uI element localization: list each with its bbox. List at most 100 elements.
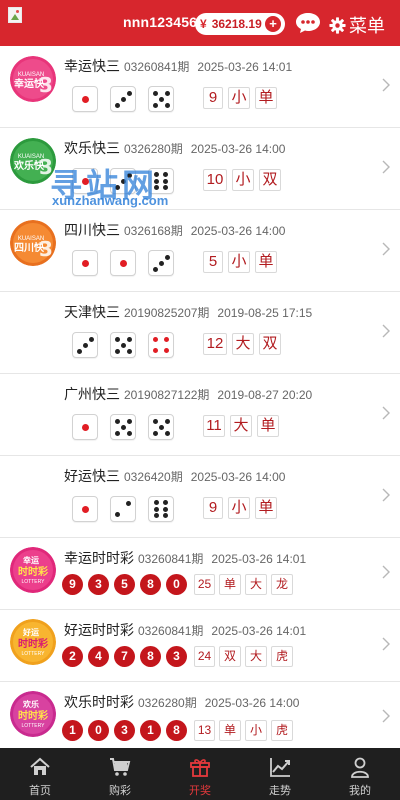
nav-home[interactable]: 首页: [0, 748, 80, 800]
die-pip: [163, 178, 169, 184]
game-title-line: 幸运快三 03260841期 2025-03-26 14:01: [64, 56, 292, 76]
nav-buy-label: 购彩: [109, 785, 131, 797]
game-time: 2025-03-26 14:01: [197, 60, 293, 74]
die-pip: [114, 418, 120, 424]
game-issue: 20190825207期: [124, 306, 210, 320]
die-face: [110, 332, 136, 358]
die-pip: [81, 423, 89, 431]
game-name: 幸运快三: [64, 58, 120, 74]
parity-box: 单: [255, 497, 277, 519]
result-ball: 1: [140, 720, 161, 741]
list-item-k3[interactable]: KUAISAN 幸运快 3 幸运快三 03260841期 2025-03-26 14…: [0, 46, 400, 128]
add-funds-icon[interactable]: +: [265, 16, 281, 32]
parity-box: 双: [259, 169, 281, 191]
list-item-ssc[interactable]: 好运 时时彩 LOTTERY 好运时时彩 03260841期 2025-03-26 …: [0, 610, 400, 682]
size-box: 小: [232, 169, 254, 191]
result-ball: 8: [166, 720, 187, 741]
chevron-right-icon: [382, 565, 390, 579]
size-box: 小: [228, 87, 250, 109]
die-face: [72, 414, 98, 440]
die-pip: [153, 337, 159, 343]
die-pip: [115, 511, 121, 517]
menu-label: 菜单: [349, 16, 385, 36]
die-face: [148, 86, 174, 112]
die-pip: [81, 259, 89, 267]
sum-box: 11: [203, 415, 225, 437]
die-face: [110, 86, 136, 112]
game-issue: 0326168期: [124, 224, 183, 238]
list-item-ssc[interactable]: 幸运 时时彩 LOTTERY 幸运时时彩 03260841期 2025-03-26 …: [0, 538, 400, 610]
die-pip: [153, 506, 159, 512]
chevron-right-icon: [382, 637, 390, 651]
result-ball: 3: [166, 646, 187, 667]
die-pip: [163, 506, 169, 512]
game-time: 2025-03-26 14:00: [190, 142, 286, 156]
result-ball: 5: [114, 574, 135, 595]
nav-buy[interactable]: 购彩: [80, 748, 160, 800]
die-pip: [120, 424, 126, 430]
nav-mine[interactable]: 我的: [320, 748, 400, 800]
die-pip: [152, 90, 158, 96]
result-ball: 1: [62, 720, 83, 741]
result-ball: 8: [140, 646, 161, 667]
die-pip: [158, 424, 164, 430]
yen-icon: ¥: [200, 17, 207, 31]
svg-text:幸运: 幸运: [23, 555, 39, 565]
game-time: 2025-03-26 14:01: [211, 624, 307, 638]
die-pip: [152, 266, 158, 272]
balance-pill[interactable]: ¥ 36218.19 +: [195, 13, 285, 35]
die-pip: [114, 336, 120, 342]
user-icon: [351, 757, 369, 778]
die-pip: [153, 499, 159, 505]
parity-box: 单: [255, 87, 277, 109]
nav-home-label: 首页: [29, 785, 51, 797]
parity-tag: 单: [219, 720, 241, 741]
balance-value: 36218.19: [211, 17, 262, 31]
sum-box: 10: [203, 169, 227, 191]
game-title-line: 幸运时时彩 03260841期 2025-03-26 14:01: [64, 548, 306, 568]
top-bar: nnn123456 ¥ 36218.19 + 菜单: [0, 0, 400, 46]
chevron-right-icon: [382, 324, 390, 338]
game-name: 四川快三: [64, 222, 120, 238]
die-pip: [114, 348, 120, 354]
nav-draw-label: 开奖: [189, 785, 211, 797]
list-item-ssc[interactable]: 欢乐 时时彩 LOTTERY 欢乐时时彩 0326280期 2025-03-26 1…: [0, 682, 400, 748]
game-title-line: 广州快三 20190827122期 2019-08-27 20:20: [64, 384, 312, 404]
list-item-k3[interactable]: 天津快三 20190825207期 2019-08-25 17:15 12 大 双: [0, 292, 400, 374]
chat-icon[interactable]: [294, 11, 322, 35]
die-pip: [152, 430, 158, 436]
list-item-k3[interactable]: KUAISAN 四川快 3 四川快三 0326168期 2025-03-26 14:…: [0, 210, 400, 292]
die-pip: [126, 90, 132, 96]
game-issue: 0326420期: [124, 470, 183, 484]
die-pip: [163, 185, 169, 191]
size-box: 小: [228, 251, 250, 273]
die-pip: [120, 96, 126, 102]
chevron-right-icon: [382, 242, 390, 256]
size-tag: 大: [245, 574, 267, 595]
size-tag: 小: [245, 720, 267, 741]
die-face: [148, 414, 174, 440]
haoyun-ssc-logo: 好运 时时彩 LOTTERY: [10, 619, 56, 665]
die-pip: [126, 348, 132, 354]
sum-tag: 25: [194, 574, 215, 595]
list-item-k3[interactable]: 好运快三 0326420期 2025-03-26 14:00 9 小 单: [0, 456, 400, 538]
game-issue: 03260841期: [138, 552, 204, 566]
die-pip: [114, 102, 120, 108]
nav-draw[interactable]: 开奖: [160, 748, 240, 800]
result-ball: 7: [114, 646, 135, 667]
nav-trend[interactable]: 走势: [240, 748, 320, 800]
svg-text:时时彩: 时时彩: [18, 637, 48, 650]
die-pip: [81, 505, 89, 513]
game-issue: 20190827122期: [124, 388, 210, 402]
svg-text:3: 3: [39, 73, 53, 97]
svg-text:好运: 好运: [22, 627, 39, 637]
chevron-right-icon: [382, 160, 390, 174]
nav-mine-label: 我的: [349, 785, 371, 797]
game-name: 欢乐快三: [64, 140, 120, 156]
die-face: [148, 250, 174, 276]
die-pip: [82, 342, 88, 348]
list-item-k3[interactable]: 广州快三 20190827122期 2019-08-27 20:20 11 大 单: [0, 374, 400, 456]
game-name: 幸运时时彩: [64, 550, 134, 566]
menu-button[interactable]: 菜单: [329, 12, 385, 38]
die-pip: [125, 501, 131, 507]
